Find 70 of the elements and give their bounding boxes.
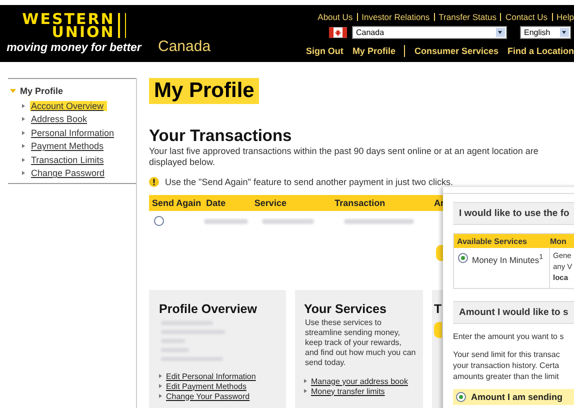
- card-link[interactable]: Edit Payment Methods: [166, 382, 246, 390]
- nav-link[interactable]: My Profile: [352, 46, 396, 56]
- column-header: Service: [253, 198, 288, 208]
- column-header: Available Services: [456, 236, 528, 246]
- country-select[interactable]: Canada: [352, 26, 507, 39]
- column-header: Transaction: [334, 198, 386, 208]
- header-link[interactable]: Help: [556, 12, 574, 22]
- column-header: Ar: [432, 198, 444, 208]
- nav-link[interactable]: Find a Location: [508, 46, 574, 56]
- card-link[interactable]: Edit Personal Information: [166, 372, 256, 380]
- sidebar-link[interactable]: Personal Information: [30, 128, 118, 138]
- panel-heading: Amount I would like to s: [453, 301, 574, 324]
- card-link[interactable]: Change Your Password: [166, 392, 250, 400]
- bullet-icon: [22, 104, 27, 108]
- tagline: moving money for better: [6, 42, 142, 54]
- card-link[interactable]: Money transfer limits: [311, 386, 385, 396]
- header-link[interactable]: Investor Relations: [362, 12, 430, 22]
- bullet-icon: [304, 389, 309, 393]
- section-description: Your last five approved transactions within the past 90 days sent online or at an agent location are displayed below.: [149, 146, 540, 168]
- language-select[interactable]: English: [520, 26, 571, 39]
- blurred-text: [204, 218, 248, 224]
- service-name: Money In Minutes$^{1}$: [472, 253, 544, 265]
- bullet-icon: [22, 144, 27, 148]
- sidebar-link[interactable]: Address Book: [30, 114, 90, 124]
- blurred-text: [344, 218, 414, 224]
- bullet-icon: [159, 384, 164, 388]
- page-title: My Profile: [149, 78, 260, 104]
- nav-link[interactable]: Consumer Services: [414, 46, 498, 56]
- bullet-icon: [22, 117, 27, 122]
- section-title: Your Transactions: [149, 128, 293, 145]
- sidebar-link[interactable]: Change Password: [30, 168, 108, 178]
- nav-link[interactable]: Sign Out: [306, 46, 344, 56]
- radio-button[interactable]: [154, 216, 164, 226]
- card-title: Profile Overview: [159, 302, 258, 316]
- bullet-icon: [304, 379, 309, 383]
- card-title: Your Services: [304, 302, 388, 316]
- bullet-icon: [159, 374, 164, 378]
- sidebar-title[interactable]: My Profile: [20, 86, 64, 96]
- bullet-icon: [22, 158, 27, 162]
- column-header: Send Again: [151, 198, 202, 208]
- logo-wordmark: WESTERN: [22, 13, 115, 26]
- blurred-text: [262, 218, 314, 224]
- column-header: Date: [205, 198, 227, 208]
- panel-text: Enter the amount you want to s: [453, 332, 565, 341]
- bullet-icon: [22, 130, 27, 135]
- card-link[interactable]: Manage your address book: [311, 376, 408, 386]
- card-text: Use these services to streamline sending money, keep track of your rewards, and find out how much you can send today.: [305, 318, 417, 368]
- header-link[interactable]: About Us: [318, 12, 353, 22]
- bullet-icon: [159, 394, 164, 398]
- panel-heading: I would like to use the fo: [453, 202, 574, 225]
- amount-option[interactable]: Amount I am sending: [453, 389, 574, 405]
- panel-text: amounts greater than the limit: [453, 371, 560, 382]
- panel-text: Your send limit for this transac: [453, 349, 561, 360]
- radio-button[interactable]: [458, 253, 468, 263]
- sidebar-link[interactable]: Transaction Limits: [30, 154, 107, 165]
- radio-button[interactable]: [456, 392, 466, 402]
- flag-icon: [329, 27, 347, 38]
- sidebar-link[interactable]: Account Overview: [30, 100, 107, 111]
- option-label: Amount I am sending: [471, 392, 563, 402]
- column-header: Mon: [550, 236, 566, 246]
- bullet-icon: [22, 171, 27, 176]
- panel-text: your transaction history. Certa: [453, 360, 560, 371]
- country-name: Canada: [158, 38, 211, 57]
- tip-text: Use the "Send Again" feature to send another payment in just two clicks.: [165, 177, 454, 187]
- header-link[interactable]: Transfer Status: [438, 12, 496, 22]
- logo-wordmark: UNION: [52, 26, 115, 39]
- logo-bars-icon: [118, 13, 126, 38]
- header-link[interactable]: Contact Us: [505, 12, 548, 22]
- warning-icon: [149, 177, 159, 187]
- sidebar-link[interactable]: Payment Methods: [30, 141, 107, 152]
